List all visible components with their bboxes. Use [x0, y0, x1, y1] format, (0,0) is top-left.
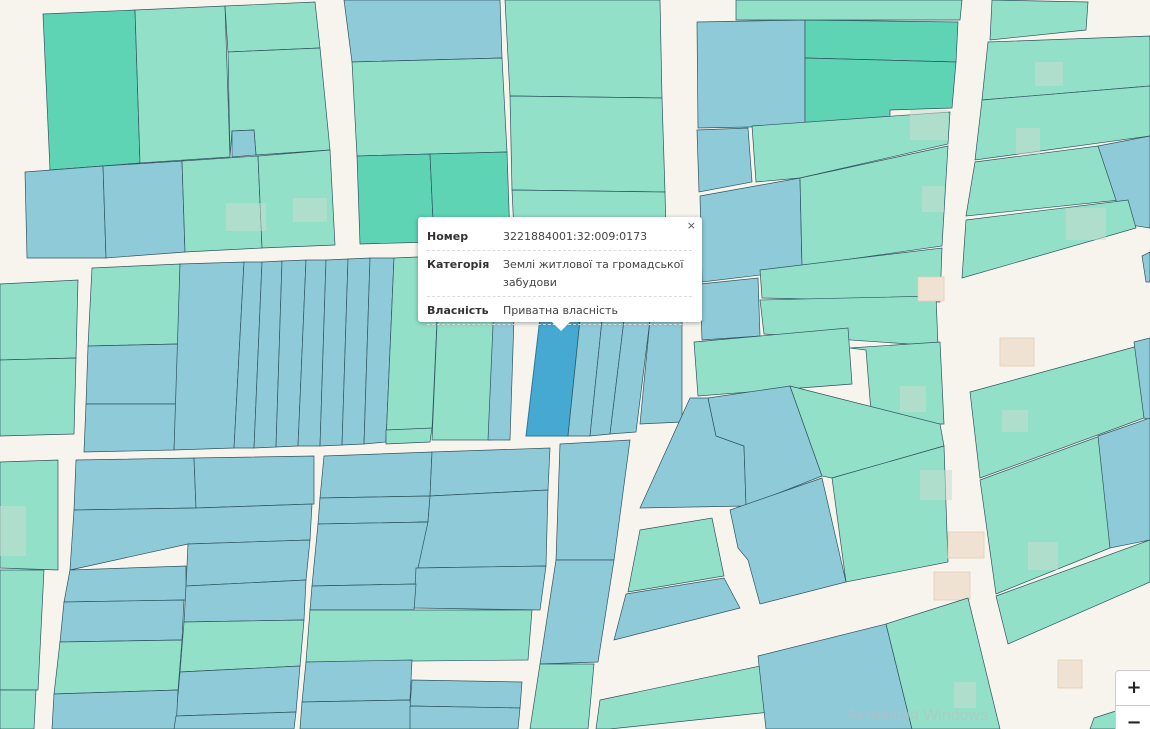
parcel [343, 0, 503, 63]
parcel [85, 343, 179, 405]
parcel [83, 403, 177, 453]
parcel [696, 19, 806, 129]
parcel [59, 599, 185, 643]
field-value: 3221884001:32:009:0173 [503, 230, 648, 243]
parcel [299, 699, 413, 729]
field-label: Категорія [427, 258, 490, 271]
parcel [193, 455, 315, 509]
parcel [0, 569, 45, 691]
parcel [231, 129, 257, 158]
zoom-out-button[interactable]: − [1116, 705, 1150, 729]
parcel [0, 689, 37, 729]
parcel [699, 177, 803, 283]
parcel [317, 495, 431, 525]
popup-pointer [551, 321, 571, 331]
zoom-control: + − [1115, 670, 1150, 729]
popup-row-number: Номер 3221884001:32:009:0173 [427, 223, 692, 251]
parcel [529, 663, 595, 729]
parcel [539, 559, 615, 665]
parcel [509, 95, 666, 193]
parcel [0, 279, 79, 361]
cadastral-map[interactable]: × Номер 3221884001:32:009:0173 Категорія… [0, 0, 1150, 729]
parcel [351, 57, 508, 157]
windows-activation-watermark: Активація Windows [846, 707, 989, 724]
field-value: Землі житлової та громадської забудови [503, 258, 684, 289]
parcel [409, 705, 521, 729]
field-label: Власність [427, 304, 489, 317]
parcel [699, 277, 761, 341]
parcel [385, 427, 433, 445]
parcel [185, 539, 311, 587]
parcel [73, 457, 197, 511]
parcel [224, 1, 321, 53]
parcel [134, 5, 231, 164]
parcel [309, 583, 417, 611]
parcel [63, 565, 187, 603]
zoom-in-button[interactable]: + [1116, 671, 1150, 705]
parcel [24, 165, 107, 259]
parcel [504, 0, 663, 99]
parcel [409, 679, 523, 709]
parcel [311, 521, 429, 587]
parcel [735, 0, 963, 21]
parcel [0, 357, 77, 437]
parcel [319, 451, 433, 499]
parcel [413, 565, 547, 611]
parcel [429, 447, 551, 497]
field-value: Приватна власність [503, 304, 618, 317]
field-label: Номер [427, 230, 469, 243]
parcel-info-popup: × Номер 3221884001:32:009:0173 Категорія… [418, 217, 702, 331]
close-icon[interactable]: × [687, 220, 696, 232]
parcel [102, 160, 186, 259]
parcel [183, 579, 307, 623]
parcel [1141, 251, 1150, 283]
parcel [53, 639, 183, 695]
parcel [555, 439, 631, 561]
parcel [804, 19, 959, 63]
parcel [173, 261, 245, 451]
parcel [595, 665, 771, 729]
parcel [989, 0, 1089, 41]
parcel [301, 659, 413, 703]
popup-row-category: Категорія Землі житлової та громадської … [427, 251, 692, 297]
parcel [696, 127, 753, 193]
parcel [51, 689, 179, 729]
parcel-layer[interactable] [0, 0, 1150, 729]
parcel [179, 619, 305, 673]
parcel [415, 489, 549, 569]
parcel [87, 263, 181, 347]
parcel [305, 609, 533, 663]
parcel [42, 9, 141, 171]
parcel [175, 665, 301, 717]
